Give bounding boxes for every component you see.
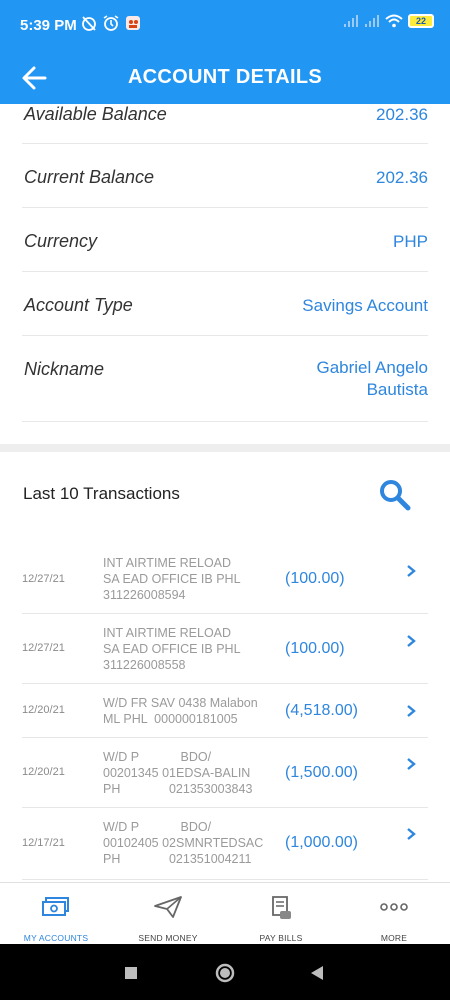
transaction-amount: (4,518.00) [285, 702, 358, 719]
transaction-amount: (100.00) [285, 570, 345, 587]
transactions-header: Last 10 Transactions [0, 452, 450, 542]
transactions-title: Last 10 Transactions [23, 484, 180, 503]
status-time: 5:39 PM [20, 17, 77, 34]
nav-more[interactable]: MORE [338, 883, 450, 945]
status-system-icons: 22 [343, 14, 434, 28]
transaction-amount: (1,000.00) [285, 834, 358, 851]
transaction-date: 12/20/21 [22, 766, 65, 778]
nav-pay-bills[interactable]: PAY BILLS [225, 883, 337, 945]
detail-label: Current Balance [24, 167, 155, 187]
detail-row-available-balance: Available Balance 202.36 [22, 104, 428, 144]
detail-label: Currency [24, 231, 98, 251]
alarm-off-icon [82, 16, 96, 31]
alarm-icon [103, 15, 119, 31]
system-navigation-bar [0, 944, 450, 1000]
receipt-icon [272, 896, 291, 919]
home-button-icon[interactable] [214, 962, 236, 984]
detail-row-nickname: Nickname Gabriel Angelo Bautista [22, 336, 428, 422]
section-divider [0, 444, 450, 452]
status-bar: 5:39 PM 22 [0, 0, 450, 52]
transaction-description: W/D P BDO/ 00201345 01EDSA-BALIN PH 0213… [103, 750, 253, 796]
transaction-amount: (1,500.00) [285, 764, 358, 781]
transaction-row[interactable]: 12/27/21 INT AIRTIME RELOAD SA EAD OFFIC… [22, 548, 428, 614]
wifi-icon [385, 14, 403, 28]
transaction-description: W/D FR SAV 0438 Malabon ML PHL 000000181… [103, 696, 258, 726]
detail-value: 202.36 [376, 105, 428, 124]
transaction-description: INT AIRTIME RELOAD SA EAD OFFICE IB PHL … [103, 556, 241, 602]
chevron-right-icon [407, 705, 416, 717]
nav-label: PAY BILLS [259, 933, 303, 943]
more-dots-icon [380, 903, 408, 911]
nav-label: MORE [380, 933, 408, 943]
chevron-right-icon [407, 635, 416, 647]
detail-row-account-type: Account Type Savings Account [22, 272, 428, 336]
nav-my-accounts[interactable]: MY ACCOUNTS [0, 883, 112, 945]
transaction-row[interactable]: 12/20/21 W/D FR SAV 0438 Malabon ML PHL … [22, 684, 428, 738]
nav-label: SEND MONEY [138, 933, 198, 943]
detail-value: PHP [393, 232, 428, 251]
transaction-row[interactable]: 12/20/21 W/D P BDO/ 00201345 01EDSA-BALI… [22, 738, 428, 808]
transactions-list: 12/27/21 INT AIRTIME RELOAD SA EAD OFFIC… [22, 548, 428, 880]
signal-icon-2 [365, 15, 379, 27]
transaction-amount: (100.00) [285, 640, 345, 657]
bottom-navigation: MY ACCOUNTS SEND MONEY PAY BILLS MORE [0, 882, 450, 944]
transaction-row[interactable]: 12/17/21 W/D P BDO/ 00102405 02SMNRTEDSA… [22, 808, 428, 880]
transaction-date: 12/20/21 [22, 704, 65, 716]
paper-plane-icon [154, 896, 182, 918]
account-details-list: Available Balance 202.36 Current Balance… [0, 104, 450, 422]
back-button-icon[interactable] [306, 962, 328, 984]
page-title: ACCOUNT DETAILS [127, 66, 323, 88]
recents-button-icon[interactable] [120, 962, 142, 984]
transaction-description: INT AIRTIME RELOAD SA EAD OFFICE IB PHL … [103, 626, 241, 672]
transaction-row[interactable]: 12/27/21 INT AIRTIME RELOAD SA EAD OFFIC… [22, 614, 428, 684]
detail-row-current-balance: Current Balance 202.36 [22, 144, 428, 208]
nav-label: MY ACCOUNTS [23, 933, 89, 943]
detail-label: Account Type [24, 295, 133, 315]
chevron-right-icon [407, 565, 416, 577]
chevron-right-icon [407, 828, 416, 840]
detail-label: Available Balance [24, 104, 167, 124]
battery-icon: 22 [408, 14, 434, 28]
signal-icon [344, 15, 358, 27]
app-bar: ACCOUNT DETAILS [0, 52, 450, 104]
app-icon [126, 16, 140, 30]
transaction-date: 12/27/21 [22, 573, 65, 585]
detail-value: Gabriel Angelo Bautista [316, 358, 428, 399]
transaction-description: W/D P BDO/ 00102405 02SMNRTEDSAC PH 0213… [103, 820, 264, 866]
money-icon [42, 897, 69, 916]
chevron-right-icon [407, 758, 416, 770]
detail-value: 202.36 [376, 168, 428, 187]
detail-label: Nickname [24, 359, 105, 379]
transaction-date: 12/27/21 [22, 642, 65, 654]
detail-row-currency: Currency PHP [22, 208, 428, 272]
search-icon [380, 480, 411, 511]
transaction-date: 12/17/21 [22, 837, 65, 849]
search-button[interactable] [378, 478, 412, 512]
detail-value: Savings Account [302, 296, 428, 315]
nav-send-money[interactable]: SEND MONEY [112, 883, 224, 945]
status-notification-icons [80, 14, 142, 32]
